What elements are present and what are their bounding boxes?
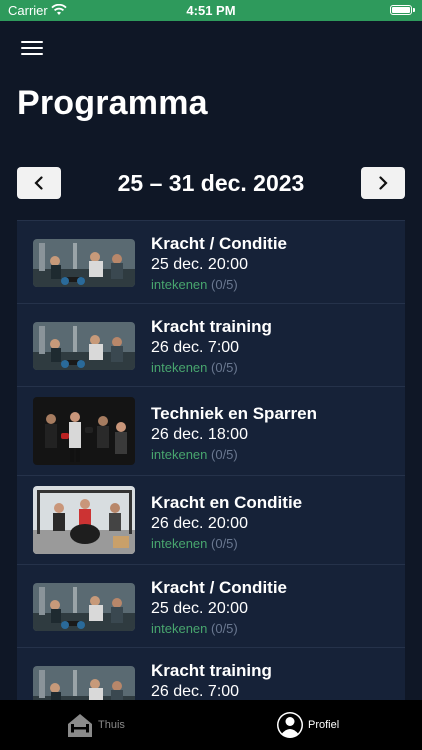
status-bar: Carrier 4:51 PM bbox=[0, 0, 422, 21]
tab-bar: Thuis Profiel bbox=[0, 700, 422, 750]
previous-week-button[interactable] bbox=[17, 167, 61, 199]
class-photo bbox=[33, 486, 135, 554]
signup-link[interactable]: intekenen bbox=[151, 621, 207, 636]
week-range: 25 – 31 dec. 2023 bbox=[117, 170, 305, 196]
class-title: Techniek en Sparren bbox=[151, 404, 317, 423]
list-item[interactable]: Kracht en Conditie 26 dec. 20:00 inteken… bbox=[17, 475, 405, 564]
class-title: Kracht training bbox=[151, 661, 272, 680]
class-photo bbox=[33, 397, 135, 465]
program-list[interactable]: Kracht / Conditie 25 dec. 20:00 intekene… bbox=[17, 220, 405, 700]
class-title: Kracht / Conditie bbox=[151, 234, 288, 253]
class-photo bbox=[33, 666, 135, 700]
tab-home[interactable]: Thuis bbox=[66, 700, 125, 750]
chevron-left-icon bbox=[34, 176, 43, 190]
signup-link[interactable]: intekenen bbox=[151, 536, 207, 551]
clock: 4:51 PM bbox=[186, 3, 236, 18]
class-datetime: 26 dec. 20:00 bbox=[151, 515, 248, 532]
tab-profile-label: Profiel bbox=[308, 719, 340, 731]
class-photo bbox=[33, 322, 135, 370]
list-item[interactable]: Kracht training 26 dec. 7:00 intekenen (… bbox=[17, 303, 405, 386]
capacity-count: (0/5) bbox=[211, 621, 238, 636]
page-title: Programma bbox=[17, 84, 208, 122]
chevron-right-icon bbox=[379, 176, 388, 190]
capacity-count: (0/5) bbox=[211, 277, 238, 292]
signup-link[interactable]: intekenen bbox=[151, 277, 207, 292]
class-datetime: 26 dec. 18:00 bbox=[151, 426, 248, 443]
list-item[interactable]: Kracht / Conditie 25 dec. 20:00 intekene… bbox=[17, 220, 405, 303]
gym-house-icon bbox=[68, 714, 92, 737]
capacity-count: (0/5) bbox=[211, 447, 238, 462]
tab-home-label: Thuis bbox=[98, 719, 125, 731]
profile-icon bbox=[277, 712, 303, 738]
battery-icon bbox=[390, 5, 415, 15]
class-title: Kracht / Conditie bbox=[151, 578, 288, 597]
menu-button[interactable] bbox=[21, 41, 43, 57]
list-item[interactable]: Kracht / Conditie 25 dec. 20:00 intekene… bbox=[17, 564, 405, 647]
class-title: Kracht training bbox=[151, 317, 272, 336]
class-datetime: 25 dec. 20:00 bbox=[151, 256, 248, 273]
class-datetime: 26 dec. 7:00 bbox=[151, 683, 240, 700]
list-item[interactable]: Kracht training 26 dec. 7:00 bbox=[17, 647, 405, 700]
class-datetime: 26 dec. 7:00 bbox=[151, 339, 240, 356]
capacity-count: (0/5) bbox=[211, 360, 238, 375]
class-photo bbox=[33, 239, 135, 287]
class-photo bbox=[33, 583, 135, 631]
signup-link[interactable]: intekenen bbox=[151, 447, 207, 462]
next-week-button[interactable] bbox=[361, 167, 405, 199]
tab-profile[interactable]: Profiel bbox=[276, 700, 339, 750]
list-item[interactable]: Techniek en Sparren 26 dec. 18:00 inteke… bbox=[17, 386, 405, 475]
class-datetime: 25 dec. 20:00 bbox=[151, 600, 248, 617]
class-title: Kracht en Conditie bbox=[151, 493, 303, 512]
signup-link[interactable]: intekenen bbox=[151, 360, 207, 375]
hamburger-icon bbox=[21, 41, 43, 43]
capacity-count: (0/5) bbox=[211, 536, 238, 551]
